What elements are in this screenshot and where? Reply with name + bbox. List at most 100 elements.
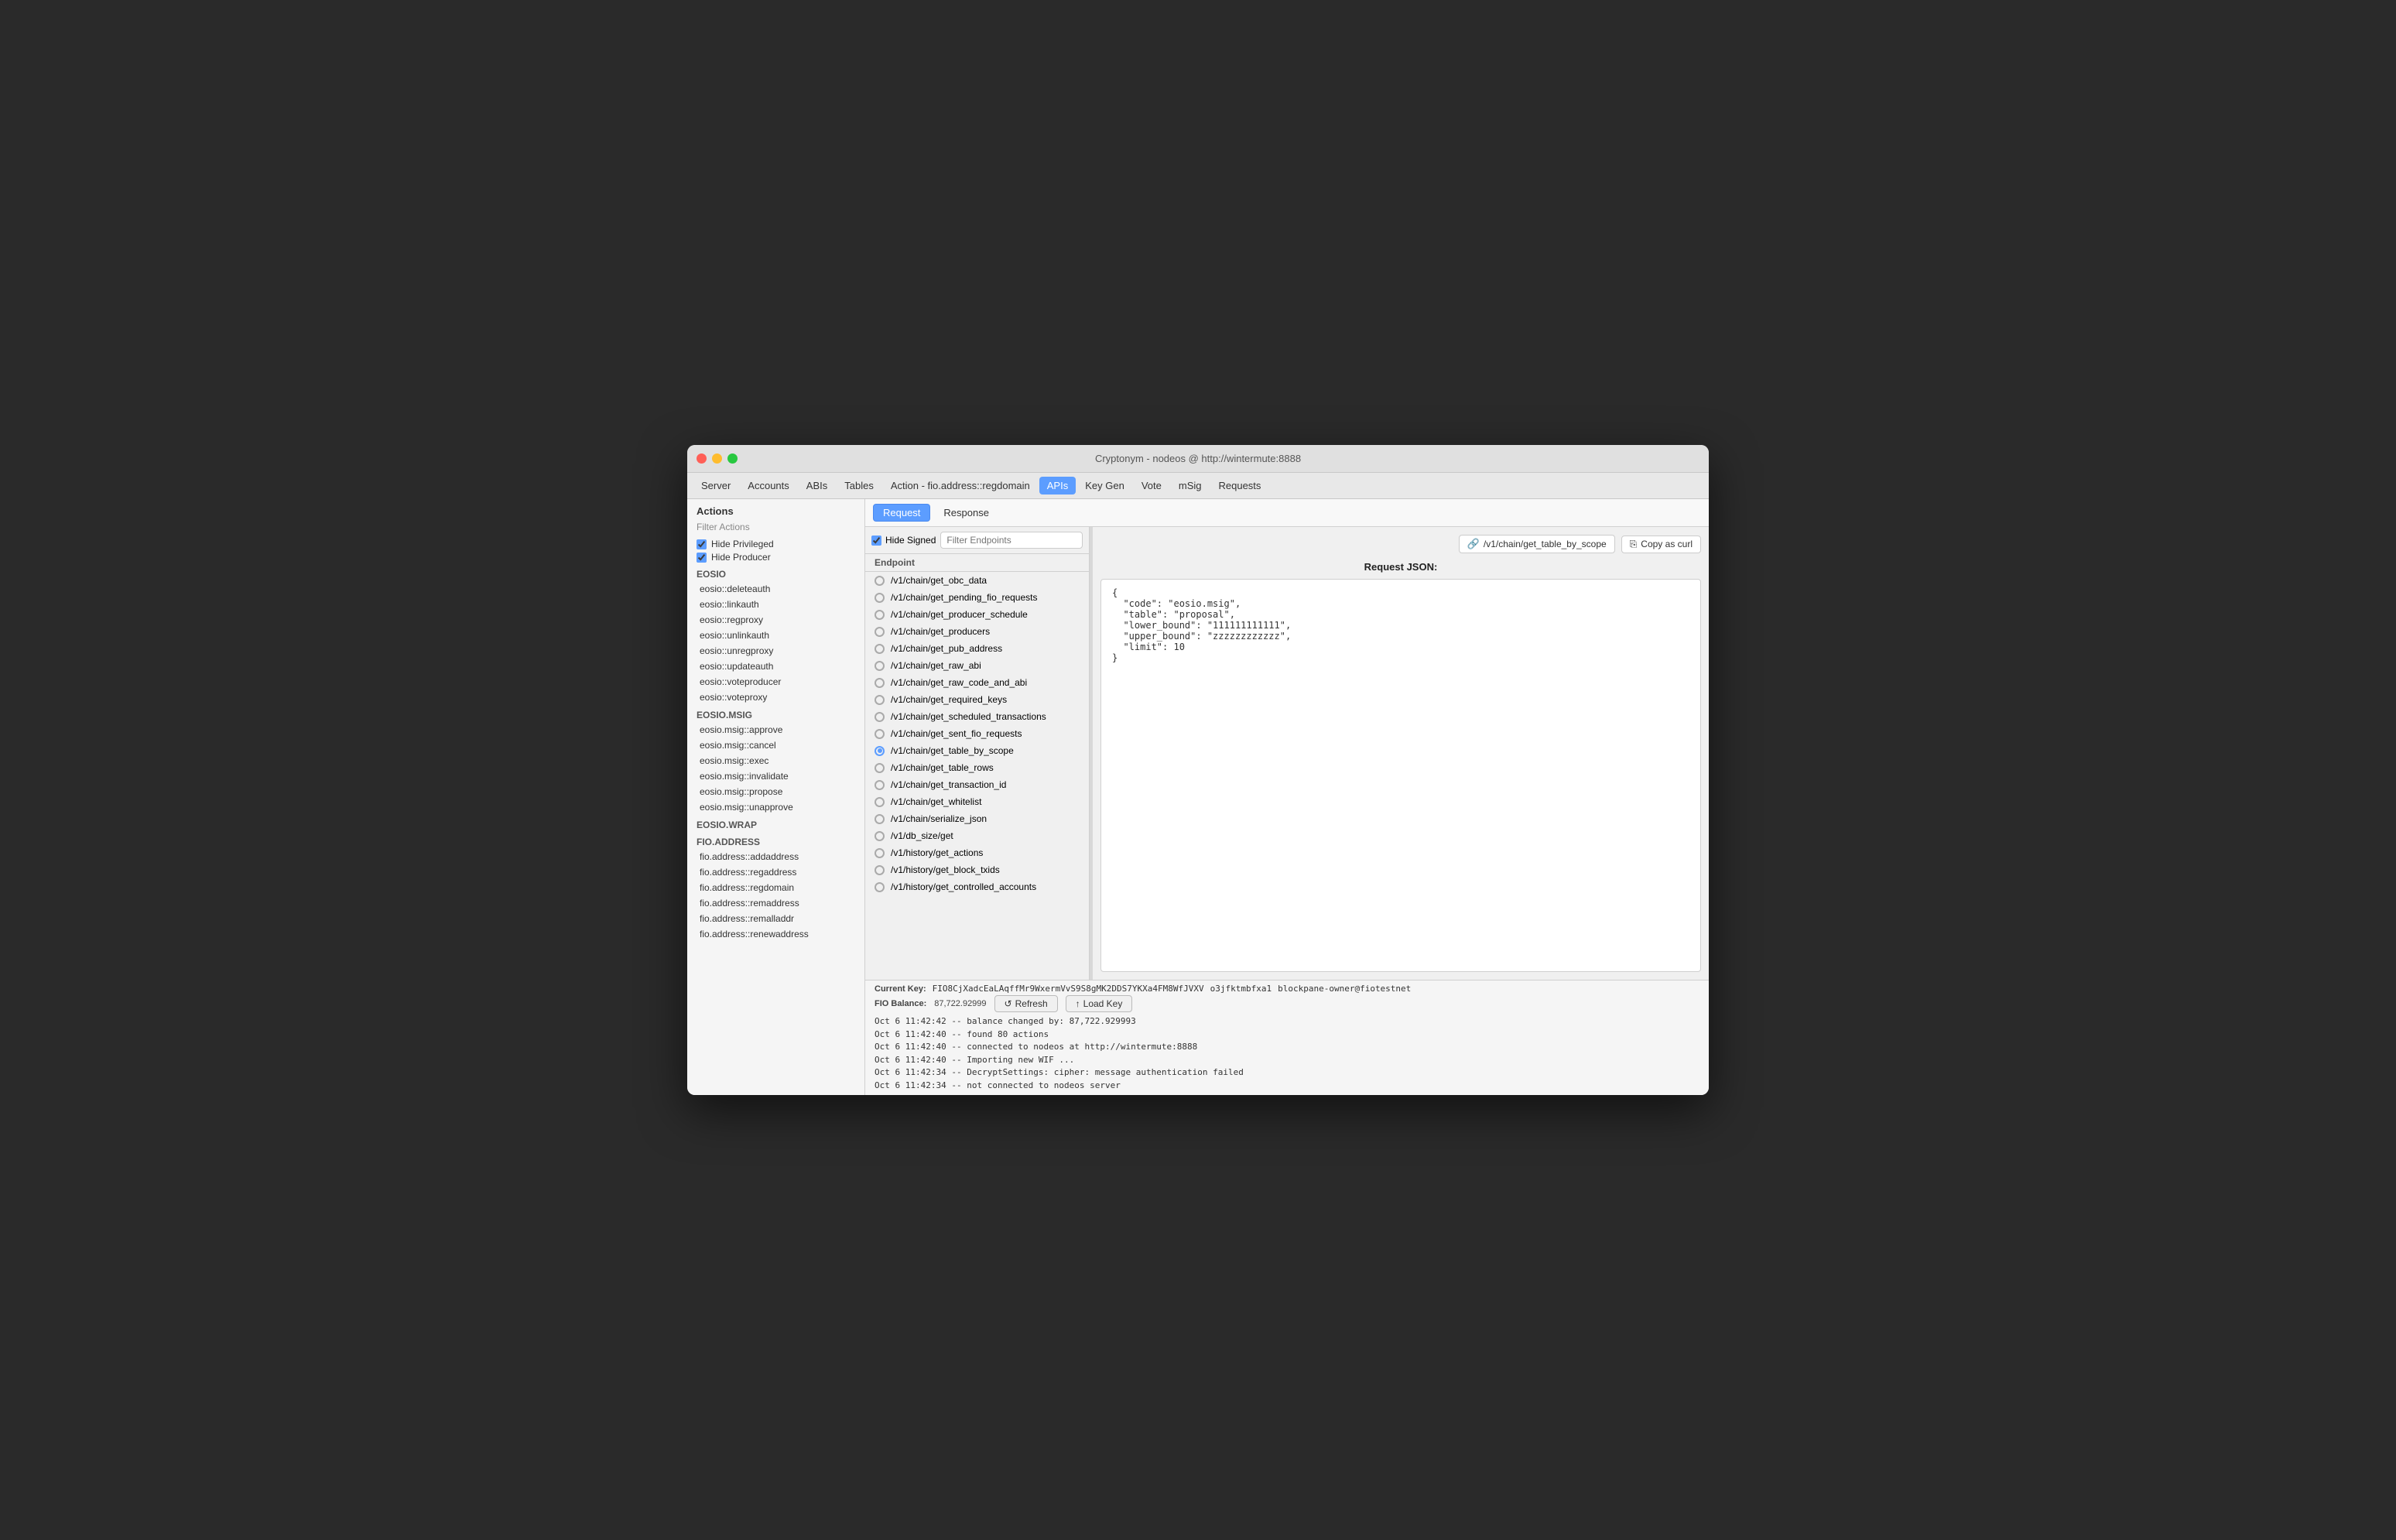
sidebar-section-eosio: EOSIO bbox=[687, 564, 864, 581]
load-key-button[interactable]: ↑ Load Key bbox=[1066, 995, 1133, 1012]
endpoint-item[interactable]: /v1/chain/get_table_by_scope bbox=[865, 742, 1089, 759]
sidebar-section-eosio.wrap: EOSIO.WRAP bbox=[687, 815, 864, 832]
nav-bar: ServerAccountsABIsTablesAction - fio.add… bbox=[687, 473, 1709, 499]
tab-request[interactable]: Request bbox=[873, 504, 930, 522]
endpoint-item[interactable]: /v1/chain/get_table_rows bbox=[865, 759, 1089, 776]
traffic-lights bbox=[697, 453, 738, 464]
endpoint-item[interactable]: /v1/chain/get_producers bbox=[865, 623, 1089, 640]
nav-tab-tables[interactable]: Tables bbox=[837, 477, 881, 495]
sidebar-item-fio.address-regdomain[interactable]: fio.address::regdomain bbox=[687, 880, 864, 895]
endpoint-path: /v1/history/get_actions bbox=[891, 847, 983, 858]
endpoint-item[interactable]: /v1/chain/get_pub_address bbox=[865, 640, 1089, 657]
request-json-viewer[interactable]: { "code": "eosio.msig", "table": "propos… bbox=[1100, 579, 1701, 972]
copy-as-curl-button[interactable]: ⎘ Copy as curl bbox=[1621, 536, 1701, 553]
endpoint-path: /v1/chain/get_sent_fio_requests bbox=[891, 728, 1022, 739]
close-button[interactable] bbox=[697, 453, 707, 464]
nav-tab-msig[interactable]: mSig bbox=[1171, 477, 1210, 495]
hide-signed-checkbox[interactable]: Hide Signed bbox=[871, 535, 936, 546]
sidebar-item-eosio-voteproxy[interactable]: eosio::voteproxy bbox=[687, 690, 864, 705]
endpoint-item[interactable]: /v1/chain/get_transaction_id bbox=[865, 776, 1089, 793]
load-key-label: Load Key bbox=[1083, 998, 1123, 1009]
hide-producer-checkbox[interactable]: Hide Producer bbox=[697, 552, 855, 563]
sidebar-section-eosio.msig: EOSIO.MSIG bbox=[687, 705, 864, 722]
endpoint-path: /v1/chain/get_obc_data bbox=[891, 575, 987, 586]
endpoints-toolbar: Hide Signed bbox=[865, 527, 1089, 554]
endpoint-item[interactable]: /v1/db_size/get bbox=[865, 827, 1089, 844]
endpoint-item[interactable]: /v1/chain/get_required_keys bbox=[865, 691, 1089, 708]
sidebar-item-eosio-unlinkauth[interactable]: eosio::unlinkauth bbox=[687, 628, 864, 643]
endpoint-path: /v1/chain/get_scheduled_transactions bbox=[891, 711, 1046, 722]
sidebar-item-eosio.msig-propose[interactable]: eosio.msig::propose bbox=[687, 784, 864, 799]
sidebar-item-eosio-deleteauth[interactable]: eosio::deleteauth bbox=[687, 581, 864, 597]
minimize-button[interactable] bbox=[712, 453, 722, 464]
sidebar-item-fio.address-regaddress[interactable]: fio.address::regaddress bbox=[687, 864, 864, 880]
endpoint-radio bbox=[875, 746, 885, 756]
log-entry: Oct 6 11:42:40 -- connected to nodeos at… bbox=[875, 1041, 1699, 1054]
endpoint-path: /v1/chain/get_table_rows bbox=[891, 762, 994, 773]
endpoint-item[interactable]: /v1/chain/get_whitelist bbox=[865, 793, 1089, 810]
nav-tab-requests[interactable]: Requests bbox=[1210, 477, 1268, 495]
endpoint-item[interactable]: /v1/chain/serialize_json bbox=[865, 810, 1089, 827]
balance-label: FIO Balance: bbox=[875, 999, 926, 1008]
sidebar-header: Actions bbox=[687, 499, 864, 520]
sidebar-filter-label: Filter Actions bbox=[687, 520, 864, 537]
nav-tab-vote[interactable]: Vote bbox=[1134, 477, 1169, 495]
endpoint-item[interactable]: /v1/chain/get_sent_fio_requests bbox=[865, 725, 1089, 742]
hide-signed-input[interactable] bbox=[871, 536, 881, 546]
nav-tab-server[interactable]: Server bbox=[693, 477, 738, 495]
nav-tab-key-gen[interactable]: Key Gen bbox=[1077, 477, 1132, 495]
current-key-value: FIO8CjXadcEaLAqffMr9WxermVvS9S8gMK2DDS7Y… bbox=[933, 984, 1204, 994]
endpoint-item[interactable]: /v1/history/get_controlled_accounts bbox=[865, 878, 1089, 895]
endpoint-item[interactable]: /v1/chain/get_producer_schedule bbox=[865, 606, 1089, 623]
sidebar-item-eosio-voteproducer[interactable]: eosio::voteproducer bbox=[687, 674, 864, 690]
endpoint-radio bbox=[875, 865, 885, 875]
endpoint-item[interactable]: /v1/history/get_actions bbox=[865, 844, 1089, 861]
endpoint-radio bbox=[875, 729, 885, 739]
sidebar-item-eosio-updateauth[interactable]: eosio::updateauth bbox=[687, 659, 864, 674]
endpoint-path: /v1/history/get_controlled_accounts bbox=[891, 881, 1036, 892]
hide-privileged-input[interactable] bbox=[697, 539, 707, 549]
endpoint-radio bbox=[875, 695, 885, 705]
hide-producer-input[interactable] bbox=[697, 553, 707, 563]
nav-tab-accounts[interactable]: Accounts bbox=[740, 477, 796, 495]
endpoint-item[interactable]: /v1/chain/get_raw_abi bbox=[865, 657, 1089, 674]
sidebar-item-eosio-linkauth[interactable]: eosio::linkauth bbox=[687, 597, 864, 612]
endpoint-path: /v1/chain/get_pub_address bbox=[891, 643, 1002, 654]
endpoint-item[interactable]: /v1/chain/get_pending_fio_requests bbox=[865, 589, 1089, 606]
endpoint-item[interactable]: /v1/chain/get_raw_code_and_abi bbox=[865, 674, 1089, 691]
endpoint-radio bbox=[875, 627, 885, 637]
sidebar-checkboxes: Hide Privileged Hide Producer bbox=[687, 537, 864, 564]
sidebar-item-eosio-regproxy[interactable]: eosio::regproxy bbox=[687, 612, 864, 628]
filter-endpoints-input[interactable] bbox=[940, 532, 1083, 549]
hide-producer-label: Hide Producer bbox=[711, 552, 771, 563]
app-window: Cryptonym - nodeos @ http://wintermute:8… bbox=[687, 445, 1709, 1095]
sidebar-item-eosio.msig-unapprove[interactable]: eosio.msig::unapprove bbox=[687, 799, 864, 815]
log-entry: Oct 6 11:42:34 -- not connected to nodeo… bbox=[875, 1080, 1699, 1093]
sidebar-item-fio.address-remaddress[interactable]: fio.address::remaddress bbox=[687, 895, 864, 911]
bottom-bar: Current Key: FIO8CjXadcEaLAqffMr9WxermVv… bbox=[865, 980, 1709, 1095]
refresh-button[interactable]: ↺ Refresh bbox=[994, 995, 1058, 1012]
sidebar-item-eosio.msig-exec[interactable]: eosio.msig::exec bbox=[687, 753, 864, 768]
sidebar-list: EOSIOeosio::deleteautheosio::linkautheos… bbox=[687, 564, 864, 1095]
sidebar-item-eosio-unregproxy[interactable]: eosio::unregproxy bbox=[687, 643, 864, 659]
nav-tab-apis[interactable]: APIs bbox=[1039, 477, 1076, 495]
sidebar-item-eosio.msig-cancel[interactable]: eosio.msig::cancel bbox=[687, 737, 864, 753]
sidebar-item-fio.address-remalladdr[interactable]: fio.address::remalladdr bbox=[687, 911, 864, 926]
copy-curl-label: Copy as curl bbox=[1641, 539, 1693, 549]
hide-privileged-checkbox[interactable]: Hide Privileged bbox=[697, 539, 855, 549]
nav-tab-abis[interactable]: ABIs bbox=[799, 477, 835, 495]
nav-tab-action---fio-address--regdomain[interactable]: Action - fio.address::regdomain bbox=[883, 477, 1038, 495]
selected-endpoint-badge: 🔗 /v1/chain/get_table_by_scope bbox=[1459, 535, 1615, 553]
endpoint-path: /v1/chain/get_producers bbox=[891, 626, 990, 637]
sidebar-item-eosio.msig-approve[interactable]: eosio.msig::approve bbox=[687, 722, 864, 737]
endpoint-radio bbox=[875, 644, 885, 654]
endpoint-item[interactable]: /v1/history/get_block_txids bbox=[865, 861, 1089, 878]
endpoint-path: /v1/chain/get_required_keys bbox=[891, 694, 1007, 705]
sidebar-item-fio.address-addaddress[interactable]: fio.address::addaddress bbox=[687, 849, 864, 864]
maximize-button[interactable] bbox=[727, 453, 738, 464]
sidebar-item-fio.address-renewaddress[interactable]: fio.address::renewaddress bbox=[687, 926, 864, 942]
endpoint-item[interactable]: /v1/chain/get_scheduled_transactions bbox=[865, 708, 1089, 725]
tab-response[interactable]: Response bbox=[933, 504, 999, 522]
sidebar-item-eosio.msig-invalidate[interactable]: eosio.msig::invalidate bbox=[687, 768, 864, 784]
endpoint-item[interactable]: /v1/chain/get_obc_data bbox=[865, 572, 1089, 589]
